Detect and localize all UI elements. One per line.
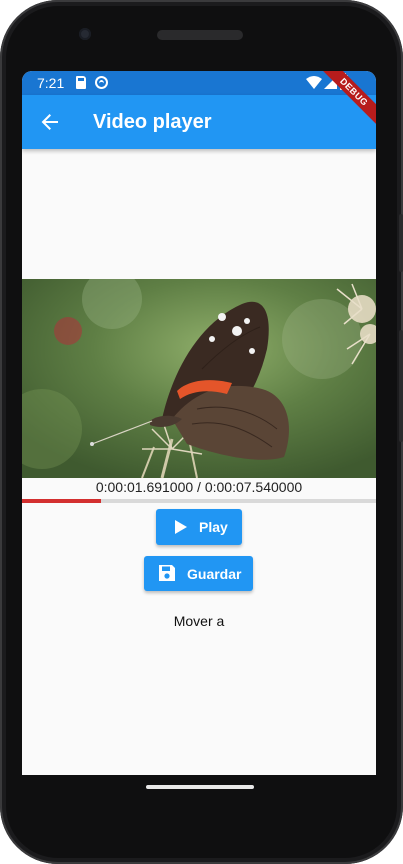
status-time: 7:21 bbox=[37, 75, 65, 91]
phone-frame: 7:21 Video player DEBUG 0:00:01.691000 /… bbox=[0, 0, 403, 864]
video-player[interactable] bbox=[22, 279, 376, 478]
earpiece-speaker bbox=[157, 30, 243, 40]
arrow-back-icon[interactable] bbox=[36, 108, 64, 136]
home-gesture-bar[interactable] bbox=[146, 785, 254, 789]
front-camera bbox=[79, 28, 91, 40]
save-button[interactable]: Guardar bbox=[144, 556, 253, 591]
video-progress-bar[interactable] bbox=[22, 499, 376, 503]
play-button-label: Play bbox=[199, 519, 228, 535]
seek-to-label: Mover a bbox=[173, 613, 225, 629]
page-title: Video player bbox=[93, 111, 212, 133]
status-bar: 7:21 bbox=[22, 71, 376, 95]
wifi-icon bbox=[306, 76, 322, 89]
screen: 7:21 Video player DEBUG 0:00:01.691000 /… bbox=[22, 71, 376, 775]
save-icon bbox=[159, 565, 175, 581]
play-button[interactable]: Play bbox=[156, 509, 242, 545]
video-progress-fill bbox=[22, 499, 102, 503]
video-position-text: 0:00:01.691000 / 0:00:07.540000 bbox=[95, 479, 303, 495]
power-button bbox=[399, 214, 403, 272]
play-icon bbox=[175, 520, 187, 534]
sd-card-icon bbox=[76, 76, 86, 89]
app-bar: Video player bbox=[22, 95, 376, 149]
volume-button bbox=[399, 330, 403, 442]
save-button-label: Guardar bbox=[187, 566, 242, 582]
sync-circle-icon bbox=[95, 76, 108, 89]
video-frame-butterfly bbox=[22, 279, 376, 478]
